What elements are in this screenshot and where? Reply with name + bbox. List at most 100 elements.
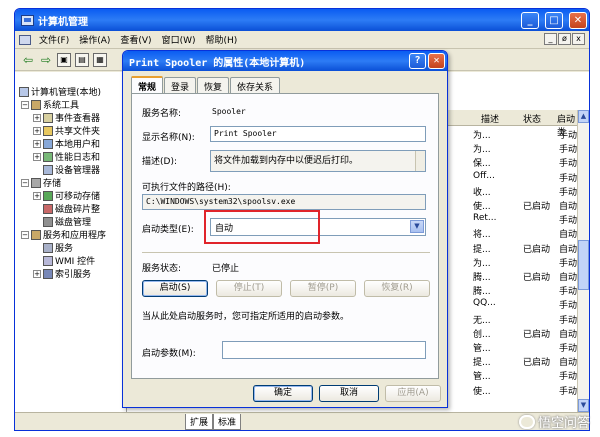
exe-path-label: 可执行文件的路径(H): — [142, 183, 231, 193]
row-description: 腾... — [473, 287, 491, 298]
tree-root[interactable]: 计算机管理(本地) — [19, 85, 101, 98]
row-description: Ret... — [473, 213, 497, 224]
expand-icon[interactable]: + — [33, 269, 41, 278]
row-startup-type: 手动 — [559, 159, 578, 170]
scroll-up-icon[interactable]: ▲ — [578, 110, 589, 123]
row-description: 为... — [473, 131, 491, 141]
back-arrow-icon[interactable]: ⇦ — [21, 53, 35, 67]
show-tree-icon[interactable]: ▤ — [75, 52, 89, 67]
dialog-title-bar[interactable]: Print Spooler 的属性(本地计算机) ? ✕ — [123, 51, 447, 71]
up-folder-icon[interactable]: ▣ — [57, 52, 71, 67]
row-description: 提... — [473, 358, 491, 369]
expand-icon[interactable]: + — [33, 126, 41, 135]
tree-item-storage[interactable]: − 存储 — [21, 176, 61, 189]
dialog-title: Print Spooler 的属性(本地计算机) — [129, 57, 306, 69]
menu-action[interactable]: 操作(A) — [74, 33, 115, 46]
expand-icon[interactable]: + — [33, 152, 41, 161]
tree-item-shared-folders[interactable]: + 共享文件夹 — [33, 124, 100, 137]
forward-arrow-icon[interactable]: ⇨ — [39, 53, 53, 67]
row-description: 为... — [473, 145, 491, 156]
main-title-bar[interactable]: 计算机管理 _ □ ✕ — [15, 9, 589, 31]
expand-icon[interactable]: + — [33, 191, 41, 200]
list-scrollbar[interactable]: ▲ ▼ — [577, 110, 589, 412]
dialog-close-button[interactable]: ✕ — [428, 53, 445, 69]
separator — [142, 252, 430, 253]
expand-icon[interactable]: + — [33, 139, 41, 148]
service-name-value: Spooler — [212, 107, 246, 116]
menu-window[interactable]: 窗口(W) — [157, 33, 201, 46]
description-scrollbar[interactable] — [415, 151, 425, 171]
defrag-icon — [43, 203, 53, 214]
row-description: 无... — [473, 315, 491, 326]
header-description[interactable]: 描述 — [481, 112, 499, 125]
tree-item-defrag[interactable]: 磁盘碎片整 — [43, 202, 100, 215]
ok-button[interactable]: 确定 — [253, 385, 313, 402]
tree-item-perf-logs[interactable]: + 性能日志和 — [33, 150, 100, 163]
tree-item-local-users[interactable]: + 本地用户和 — [33, 137, 100, 150]
header-status[interactable]: 状态 — [523, 112, 541, 125]
resume-button[interactable]: 恢复(R) — [364, 280, 430, 297]
display-name-label: 显示名称(N): — [142, 133, 195, 143]
mdi-close-button[interactable]: x — [572, 33, 585, 45]
row-description: 使... — [473, 202, 491, 212]
row-status: 已启动 — [523, 202, 551, 212]
indexing-icon — [43, 268, 53, 279]
tree-item-disk-management[interactable]: 磁盘管理 — [43, 215, 91, 228]
mdi-doc-icon[interactable] — [19, 34, 31, 45]
row-startup-type: 自动 — [559, 230, 578, 241]
row-startup-type: 自动 — [559, 358, 578, 369]
start-params-input[interactable] — [222, 341, 426, 359]
display-name-field[interactable]: Print Spooler — [210, 126, 426, 142]
tools-icon — [31, 99, 41, 110]
wmi-icon — [43, 255, 53, 266]
start-params-hint: 当从此处启动服务时，您可指定所适用的启动参数。 — [142, 312, 350, 322]
mdi-minimize-button[interactable]: _ — [544, 33, 557, 45]
stop-button[interactable]: 停止(T) — [216, 280, 282, 297]
menu-file[interactable]: 文件(F) — [34, 33, 74, 46]
start-button[interactable]: 启动(S) — [142, 280, 208, 297]
start-params-label: 启动参数(M): — [142, 349, 196, 359]
scroll-thumb[interactable] — [578, 240, 589, 290]
help-button[interactable]: ? — [409, 53, 426, 69]
row-startup-type: 手动 — [559, 216, 578, 227]
collapse-icon[interactable]: − — [21, 230, 29, 239]
tree-item-event-viewer[interactable]: + 事件查看器 — [33, 111, 100, 124]
row-status: 已启动 — [523, 273, 551, 283]
row-startup-type: 手动 — [559, 344, 578, 354]
cancel-button[interactable]: 取消 — [319, 385, 379, 402]
collapse-icon[interactable]: − — [21, 178, 29, 187]
chevron-down-icon[interactable]: ▼ — [410, 220, 424, 233]
minimize-button[interactable]: _ — [521, 11, 539, 29]
service-status-value: 已停止 — [212, 264, 240, 274]
row-startup-type: 手动 — [559, 372, 578, 383]
menu-view[interactable]: 查看(V) — [115, 33, 156, 46]
close-button[interactable]: ✕ — [569, 11, 587, 29]
scroll-down-icon[interactable]: ▼ — [578, 399, 589, 412]
gear-icon — [43, 242, 53, 253]
row-startup-type: 自动 — [559, 273, 578, 283]
tree-item-system-tools[interactable]: − 系统工具 — [21, 98, 79, 111]
expand-icon[interactable]: + — [33, 113, 41, 122]
tab-extended[interactable]: 扩展 — [185, 414, 214, 430]
tab-standard[interactable]: 标准 — [213, 414, 242, 430]
maximize-button[interactable]: □ — [545, 11, 563, 29]
mdi-restore-button[interactable]: ø — [558, 33, 571, 45]
description-field[interactable]: 将文件加载到内存中以便迟后打印。 — [210, 150, 426, 172]
pause-button[interactable]: 暂停(P) — [290, 280, 356, 297]
row-startup-type: 手动 — [559, 301, 578, 312]
row-description: 管... — [473, 344, 491, 354]
exe-path-field[interactable]: C:\WINDOWS\system32\spoolsv.exe — [142, 194, 426, 210]
menu-help[interactable]: 帮助(H) — [201, 33, 243, 46]
tree-item-indexing[interactable]: + 索引服务 — [33, 267, 91, 280]
tree-item-device-manager[interactable]: 设备管理器 — [43, 163, 100, 176]
tree-item-removable-storage[interactable]: + 可移动存储 — [33, 189, 100, 202]
general-tab-panel: 服务名称: Spooler 显示名称(N): Print Spooler 描述(… — [131, 93, 439, 379]
properties-icon[interactable]: ▦ — [93, 52, 107, 67]
row-startup-type: 手动 — [559, 258, 578, 269]
apply-button[interactable]: 应用(A) — [385, 385, 441, 402]
collapse-icon[interactable]: − — [21, 100, 29, 109]
tree-item-wmi[interactable]: WMI 控件 — [43, 254, 95, 267]
tree-item-services[interactable]: 服务 — [43, 241, 73, 254]
storage-icon — [31, 177, 41, 188]
tree-item-services-apps[interactable]: − 服务和应用程序 — [21, 228, 106, 241]
